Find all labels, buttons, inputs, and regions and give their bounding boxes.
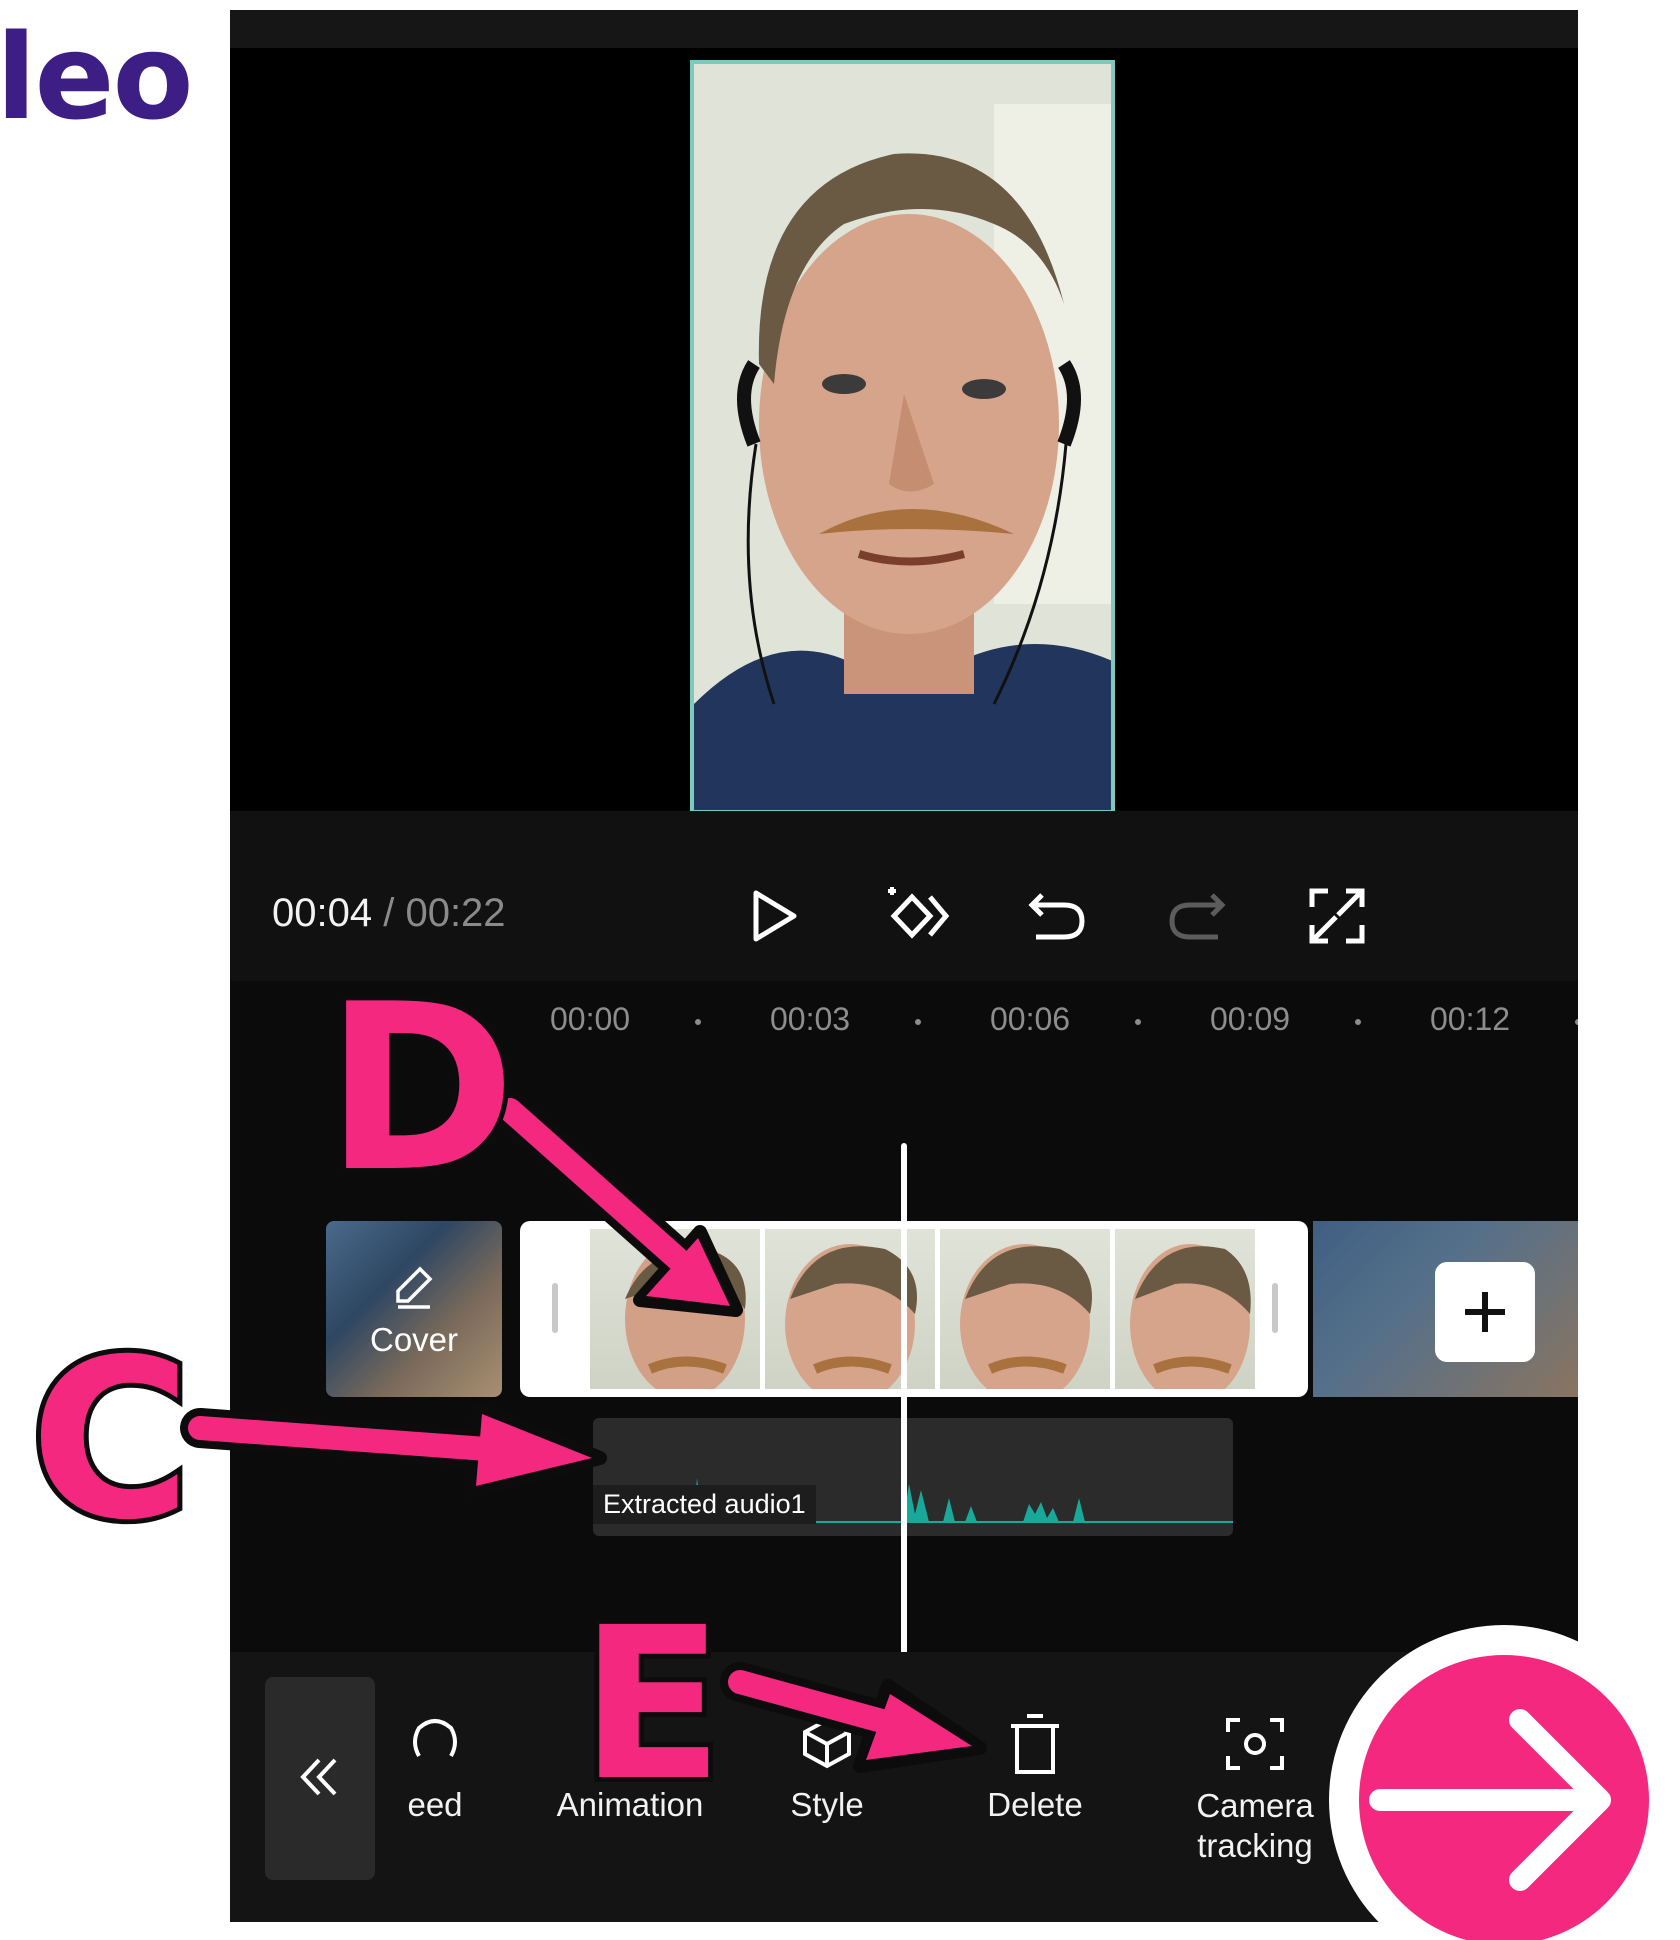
next-arrow-button[interactable] (1329, 1625, 1679, 1940)
annotation-letter-d: D (320, 956, 521, 1223)
annotation-letter-e: E (575, 1582, 728, 1827)
arrow-d (490, 1090, 743, 1317)
arrow-e (720, 1662, 987, 1773)
annotation-letter-c: C (25, 1312, 196, 1568)
annotation-arrows (180, 1090, 1679, 1940)
arrow-c (180, 1401, 607, 1499)
